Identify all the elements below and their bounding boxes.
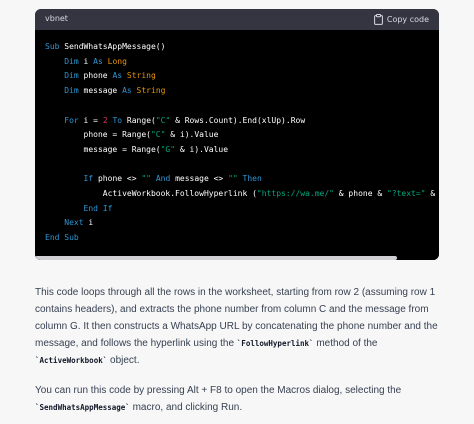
code-line: Sub SendWhatsAppMessage() bbox=[45, 41, 165, 52]
code-token: "https://wa.me/" bbox=[256, 189, 334, 198]
code-token: message bbox=[78, 86, 123, 96]
code-token: i bbox=[78, 56, 94, 66]
code-token: "G" bbox=[160, 144, 176, 154]
code-token: message = Range( bbox=[45, 144, 161, 154]
code-line: Dim i As Long bbox=[45, 56, 127, 67]
code-token: Dim bbox=[64, 86, 79, 96]
code-line: ActiveWorkbook.FollowHyperlink ("https:/… bbox=[45, 188, 439, 199]
copy-code-button[interactable]: Copy code bbox=[373, 12, 429, 26]
code-token: & i).Value bbox=[175, 144, 229, 154]
code-token: & i).Value bbox=[165, 130, 219, 140]
code-token: End bbox=[83, 203, 98, 213]
code-token: Dim bbox=[64, 71, 79, 81]
code-token: Sub bbox=[64, 233, 79, 243]
code-token: Next bbox=[64, 218, 84, 228]
code-token: "C" bbox=[155, 115, 171, 125]
code-token: phone = Range( bbox=[45, 130, 151, 140]
code-token: As bbox=[122, 86, 132, 96]
code-token: phone <> bbox=[93, 174, 142, 184]
code-token: "C" bbox=[150, 130, 166, 140]
code-content[interactable]: Sub SendWhatsAppMessage() Dim i As Long … bbox=[35, 30, 439, 252]
run-instructions-paragraph: You can run this code by pressing Alt + … bbox=[35, 382, 439, 416]
inline-code-macro-name: `SendWhatsAppMessage` bbox=[35, 403, 130, 412]
code-token: If bbox=[83, 174, 94, 184]
code-line: End If bbox=[45, 203, 113, 214]
paragraph-text: You can run this code by pressing Alt + … bbox=[35, 385, 402, 396]
code-token: String bbox=[136, 86, 166, 96]
code-token: End bbox=[45, 233, 60, 243]
code-token: phone bbox=[78, 71, 113, 81]
code-token: message <> bbox=[170, 174, 229, 184]
chat-response: vbnet Copy code Sub SendWhatsAppMessage(… bbox=[0, 0, 474, 424]
code-token: If bbox=[102, 203, 113, 213]
code-token: "" bbox=[228, 174, 238, 184]
copy-code-label: Copy code bbox=[386, 14, 429, 24]
code-block: vbnet Copy code Sub SendWhatsAppMessage(… bbox=[35, 9, 439, 260]
code-line: Dim message As String bbox=[45, 85, 165, 96]
paragraph-text: method of the bbox=[313, 338, 378, 349]
code-block-header: vbnet Copy code bbox=[35, 9, 439, 30]
code-token: SendWhatsAppMessage() bbox=[59, 42, 166, 51]
inline-code-active-workbook: `ActiveWorkbook` bbox=[35, 356, 108, 365]
code-token: & m bbox=[430, 189, 436, 198]
code-line: End Sub bbox=[45, 232, 79, 243]
inline-code-follow-hyperlink: `FollowHyperlink` bbox=[236, 339, 314, 348]
code-token: i = bbox=[78, 115, 103, 125]
clipboard-icon bbox=[373, 13, 383, 25]
code-token: Dim bbox=[64, 56, 79, 66]
explanation-paragraph: This code loops through all the rows in … bbox=[35, 284, 439, 369]
code-token: To bbox=[112, 115, 123, 125]
code-token: As bbox=[93, 56, 103, 66]
code-token: For bbox=[64, 115, 79, 125]
code-line: message = Range("G" & i).Value bbox=[45, 144, 229, 155]
code-token: i bbox=[83, 218, 94, 228]
code-language-label: vbnet bbox=[45, 14, 68, 23]
code-token: Then bbox=[242, 174, 262, 184]
code-token: "?text=" bbox=[386, 189, 426, 198]
code-token: & phone & bbox=[333, 189, 387, 198]
code-token: Range( bbox=[122, 115, 156, 125]
code-token: Long bbox=[107, 56, 127, 66]
paragraph-text: macro, and clicking Run. bbox=[129, 402, 243, 413]
code-line: Next i bbox=[45, 217, 93, 228]
code-token: String bbox=[126, 71, 156, 81]
code-token: And bbox=[155, 174, 171, 184]
code-line: phone = Range("C" & i).Value bbox=[45, 129, 219, 140]
code-token: Sub bbox=[45, 42, 60, 51]
code-token: & Rows.Count).End(xlUp).Row bbox=[170, 115, 306, 125]
code-horizontal-scrollbar-thumb[interactable] bbox=[35, 256, 397, 260]
code-line: For i = 2 To Range("C" & Rows.Count).End… bbox=[45, 115, 305, 126]
code-line: Dim phone As String bbox=[45, 70, 156, 81]
code-token: As bbox=[112, 71, 123, 81]
code-token: ActiveWorkbook.FollowHyperlink ( bbox=[45, 189, 257, 198]
paragraph-text: object. bbox=[107, 355, 140, 366]
code-line: If phone <> "" And message <> "" Then bbox=[45, 173, 262, 184]
code-token: "" bbox=[141, 174, 151, 184]
